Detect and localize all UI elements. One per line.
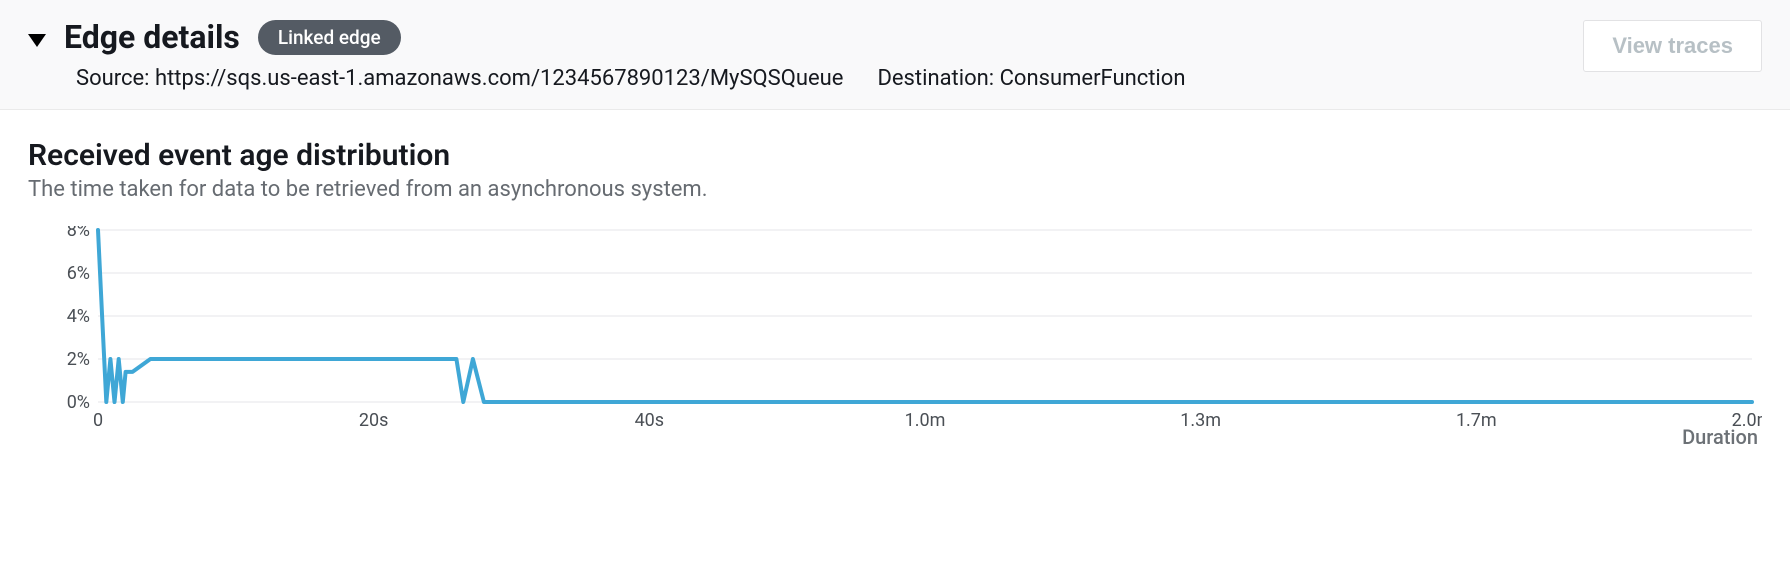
source-dest-line: Source: https://sqs.us-east-1.amazonaws.… bbox=[76, 66, 1185, 91]
svg-text:4%: 4% bbox=[67, 306, 90, 327]
source-value: https://sqs.us-east-1.amazonaws.com/1234… bbox=[155, 66, 843, 91]
source-text: Source: https://sqs.us-east-1.amazonaws.… bbox=[76, 66, 843, 91]
view-traces-button[interactable]: View traces bbox=[1583, 20, 1762, 72]
svg-text:0: 0 bbox=[93, 410, 103, 431]
svg-text:40s: 40s bbox=[635, 410, 665, 431]
svg-text:1.0m: 1.0m bbox=[905, 410, 946, 431]
svg-text:6%: 6% bbox=[67, 263, 90, 284]
panel-title: Edge details bbox=[64, 18, 240, 56]
distribution-chart: 0%2%4%6%8%020s40s1.0m1.3m1.7m2.0mDuratio… bbox=[28, 226, 1762, 446]
chart-container: 0%2%4%6%8%020s40s1.0m1.3m1.7m2.0mDuratio… bbox=[28, 226, 1762, 446]
dest-label: Destination: bbox=[877, 66, 994, 91]
svg-text:2%: 2% bbox=[67, 349, 90, 370]
svg-text:0%: 0% bbox=[67, 392, 90, 413]
svg-text:8%: 8% bbox=[67, 226, 90, 241]
svg-text:Duration: Duration bbox=[1682, 425, 1758, 446]
dest-value: ConsumerFunction bbox=[1000, 66, 1186, 91]
linked-edge-badge: Linked edge bbox=[258, 20, 401, 55]
dest-text: Destination: ConsumerFunction bbox=[877, 66, 1185, 91]
header-left: Edge details Linked edge Source: https:/… bbox=[28, 18, 1185, 91]
source-label: Source: bbox=[76, 66, 150, 91]
svg-text:1.3m: 1.3m bbox=[1180, 410, 1221, 431]
title-row: Edge details Linked edge bbox=[28, 18, 1185, 56]
chart-title: Received event age distribution bbox=[28, 138, 1762, 173]
svg-text:20s: 20s bbox=[359, 410, 389, 431]
chart-section: Received event age distribution The time… bbox=[0, 110, 1790, 456]
caret-down-icon[interactable] bbox=[28, 34, 46, 47]
panel-header: Edge details Linked edge Source: https:/… bbox=[0, 0, 1790, 110]
chart-description: The time taken for data to be retrieved … bbox=[28, 177, 1762, 202]
svg-text:1.7m: 1.7m bbox=[1456, 410, 1497, 431]
